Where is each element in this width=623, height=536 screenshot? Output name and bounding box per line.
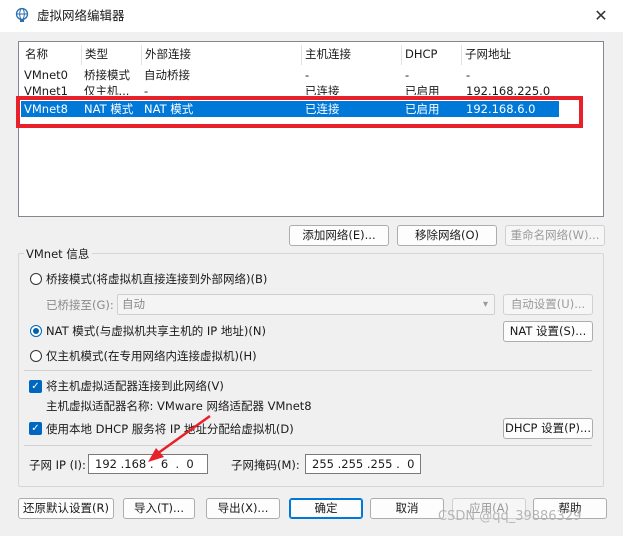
bridged-to-value: 自动 — [122, 297, 145, 311]
cell-dhcp: 已启用 — [405, 84, 440, 95]
chevron-down-icon: ▾ — [482, 299, 488, 310]
nat-radio[interactable] — [30, 325, 42, 337]
dhcp-settings-button[interactable]: DHCP 设置(P)... — [503, 418, 593, 439]
divider — [24, 370, 592, 371]
cell-host: 已连接 — [305, 84, 340, 95]
table-row[interactable]: VMnet1 仅主机... - 已连接 已启用 192.168.225.0 — [21, 83, 559, 95]
export-button[interactable]: 导出(X)... — [206, 498, 280, 519]
cell-subnet: 192.168.225.0 — [466, 84, 551, 95]
column-header-external[interactable]: 外部连接 — [141, 45, 301, 63]
connect-adapter-checkbox[interactable]: ✓ — [29, 380, 42, 393]
table-row[interactable]: VMnet0 桥接模式 自动桥接 - - - — [21, 67, 559, 83]
add-network-button[interactable]: 添加网络(E)... — [289, 225, 389, 246]
connect-adapter-label[interactable]: 将主机虚拟适配器连接到此网络(V) — [46, 379, 224, 393]
annotation-arrow-icon — [148, 414, 211, 462]
cell-external: 自动桥接 — [144, 68, 190, 82]
window-title: 虚拟网络编辑器 — [37, 8, 125, 23]
ok-button[interactable]: 确定 — [289, 498, 363, 519]
bridged-to-select[interactable]: 自动 ▾ — [117, 294, 495, 315]
cell-dhcp: - — [405, 68, 410, 82]
hostonly-label[interactable]: 仅主机模式(在专用网络内连接虚拟机)(H) — [46, 349, 257, 363]
remove-network-button[interactable]: 移除网络(O) — [397, 225, 497, 246]
cell-host: - — [305, 68, 310, 82]
cell-type: 仅主机... — [84, 84, 130, 95]
watermark-text: CSDN @qq_39886329 — [438, 509, 582, 524]
cell-name: VMnet1 — [24, 84, 68, 95]
column-header-type[interactable]: 类型 — [81, 45, 141, 63]
subnet-ip-label: 子网 IP (I): — [29, 458, 86, 472]
bridged-radio[interactable] — [30, 273, 42, 285]
vmnet-info-label: VMnet 信息 — [24, 247, 93, 261]
column-header-host[interactable]: 主机连接 — [301, 45, 401, 63]
hostonly-radio[interactable] — [30, 350, 42, 362]
bridged-to-label: 已桥接至(G): — [46, 298, 114, 312]
annotation-highlight-box — [16, 96, 583, 128]
column-header-subnet[interactable]: 子网地址 — [461, 45, 561, 63]
restore-defaults-button[interactable]: 还原默认设置(R) — [18, 498, 114, 519]
cell-name: VMnet0 — [24, 68, 68, 82]
auto-settings-button[interactable]: 自动设置(U)... — [503, 294, 593, 315]
dhcp-checkbox[interactable]: ✓ — [29, 422, 42, 435]
cancel-button[interactable]: 取消 — [370, 498, 444, 519]
cell-subnet: - — [466, 68, 471, 82]
close-icon[interactable]: ✕ — [590, 5, 612, 27]
globe-icon — [15, 7, 29, 22]
subnet-mask-label: 子网掩码(M): — [231, 458, 300, 472]
nat-settings-button[interactable]: NAT 设置(S)... — [503, 321, 593, 342]
rename-network-button[interactable]: 重命名网络(W)... — [505, 225, 605, 246]
column-header-dhcp[interactable]: DHCP — [401, 45, 461, 63]
cell-type: 桥接模式 — [84, 68, 130, 82]
nat-label[interactable]: NAT 模式(与虚拟机共享主机的 IP 地址)(N) — [46, 324, 266, 338]
import-button[interactable]: 导入(T)... — [123, 498, 195, 519]
bridged-label[interactable]: 桥接模式(将虚拟机直接连接到外部网络)(B) — [46, 272, 267, 286]
network-list[interactable]: 名称 类型 外部连接 主机连接 DHCP 子网地址 VMnet0 桥接模式 自动… — [18, 41, 604, 217]
column-header-name[interactable]: 名称 — [21, 45, 81, 63]
divider — [24, 445, 592, 446]
cell-external: - — [144, 84, 149, 95]
subnet-mask-input[interactable]: 255 .255 .255 . 0 — [305, 454, 421, 474]
